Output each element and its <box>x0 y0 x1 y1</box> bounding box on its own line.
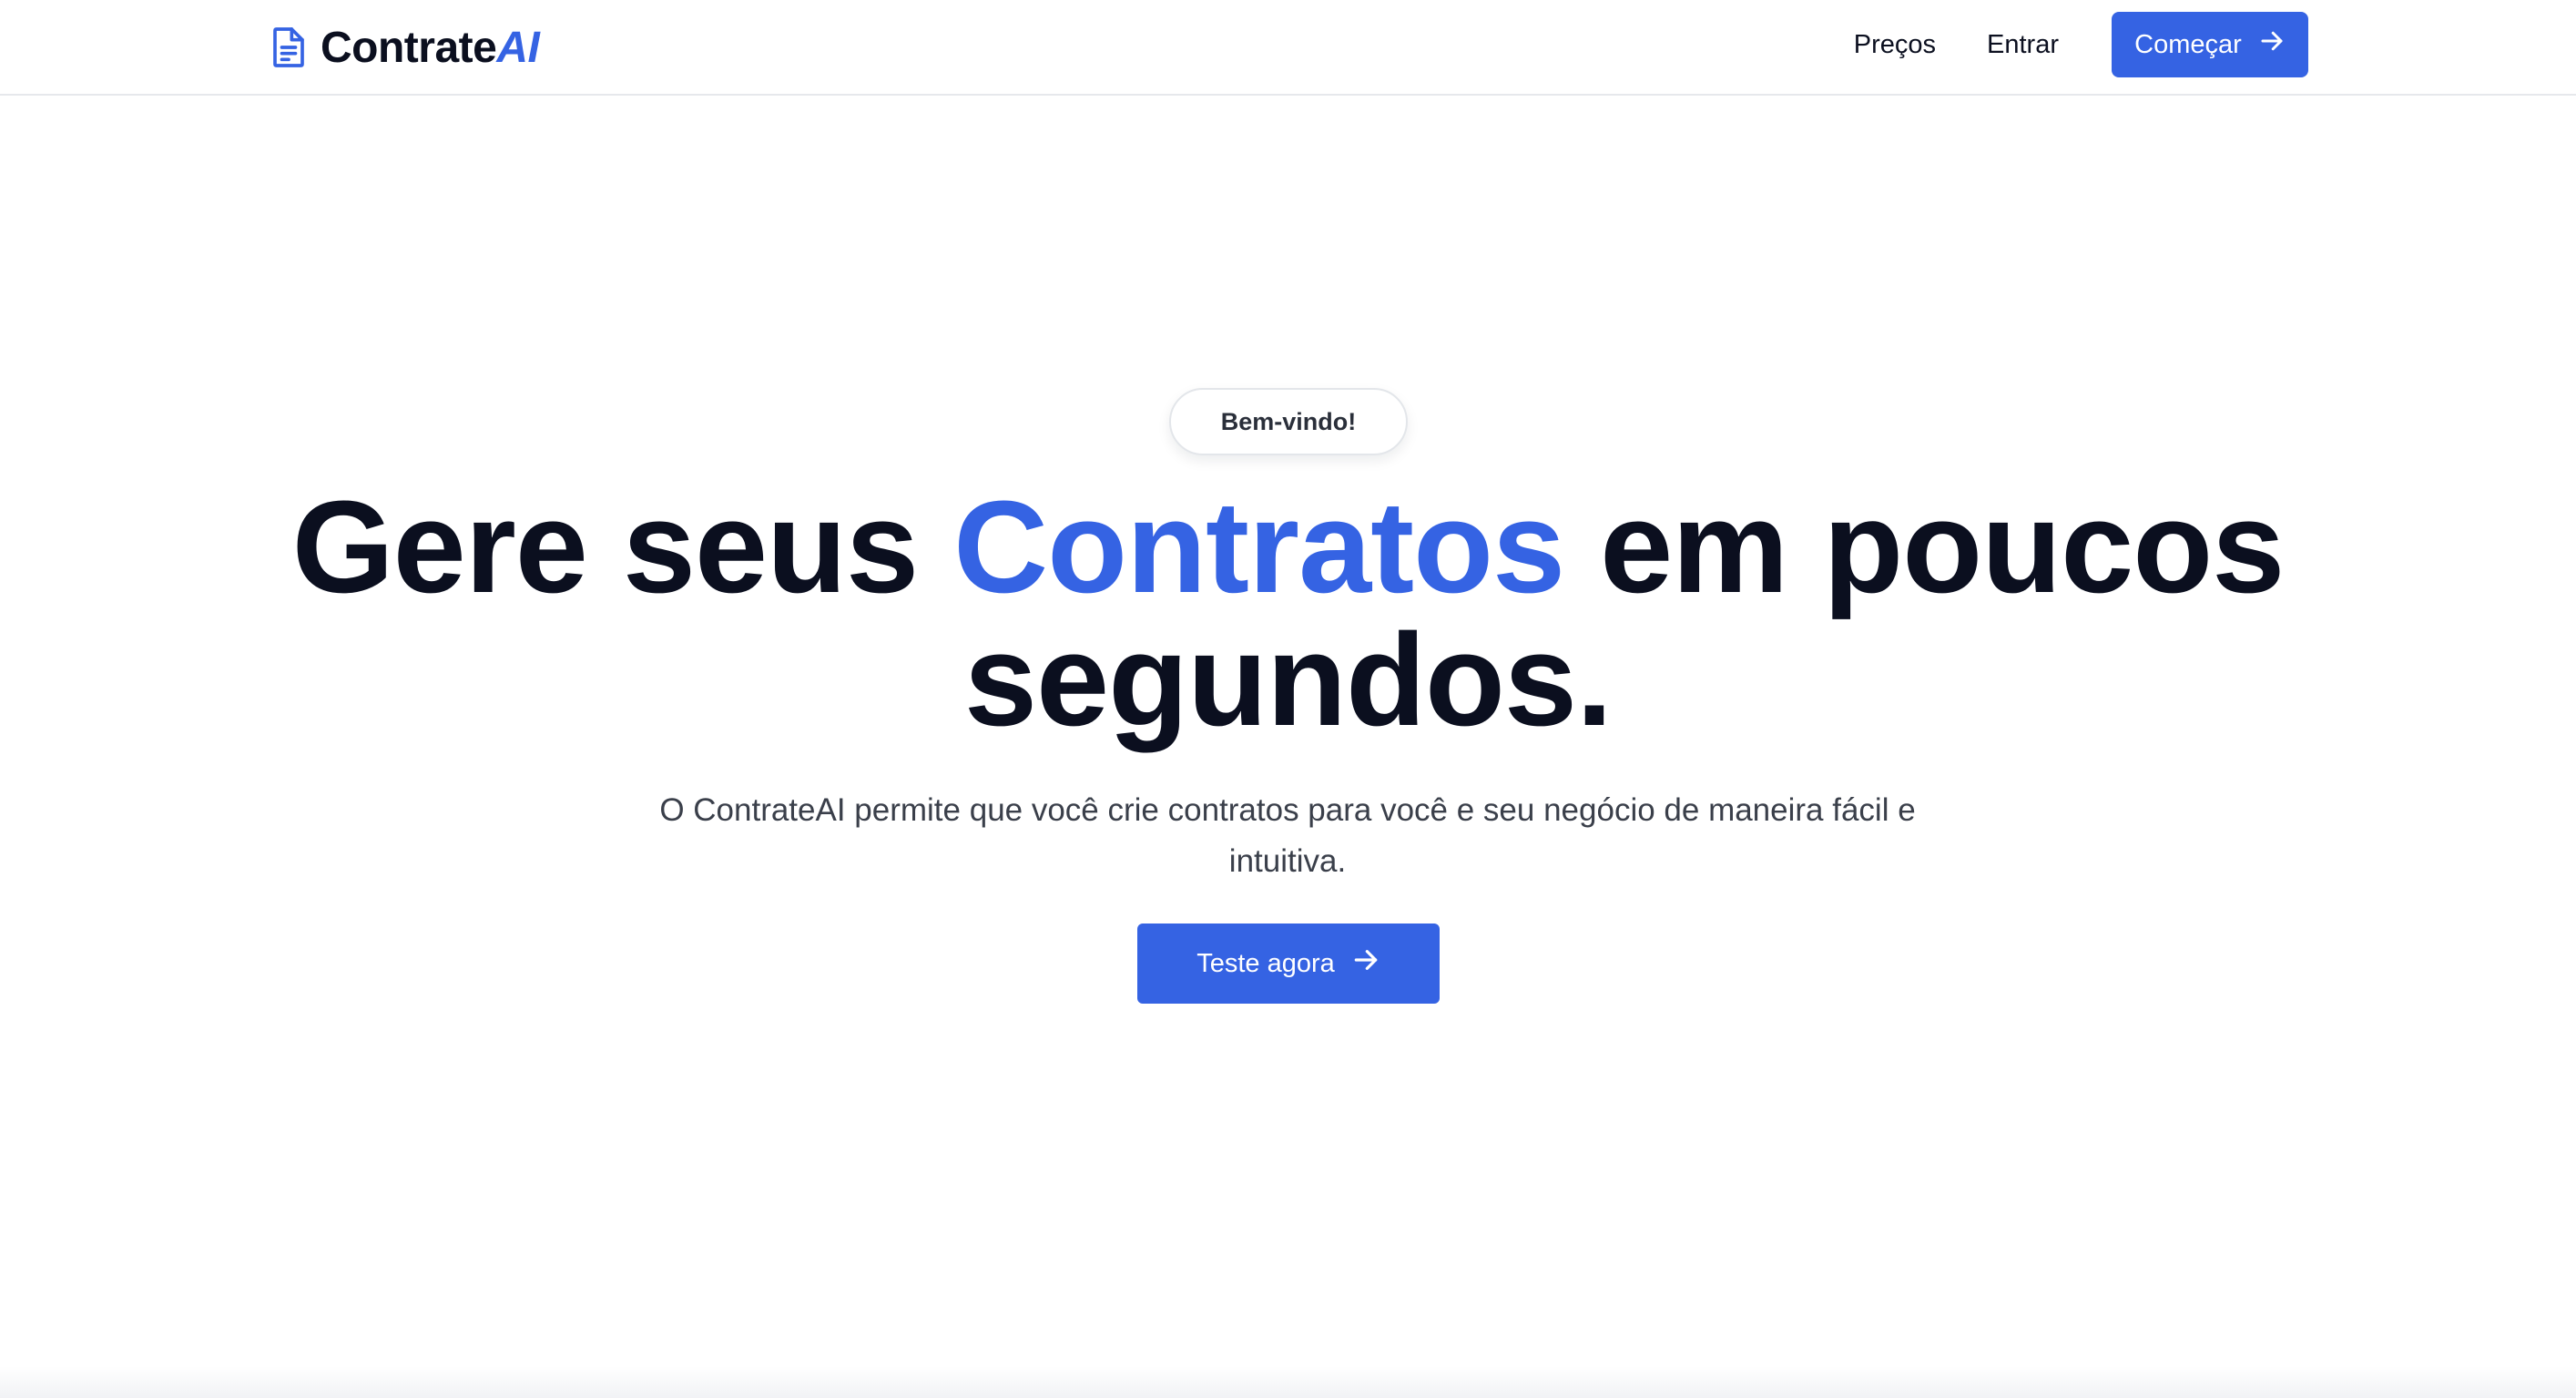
headline-accent: Contratos <box>953 474 1565 620</box>
brand-name: ContrateAI <box>321 23 540 73</box>
teste-agora-button-label: Teste agora <box>1196 948 1335 978</box>
navbar: ContrateAI Preços Entrar Começar <box>0 0 2576 96</box>
teste-agora-button[interactable]: Teste agora <box>1137 923 1440 1004</box>
arrow-right-icon <box>1351 945 1380 982</box>
brand-name-accent: AI <box>496 23 540 72</box>
hero-headline: Gere seus Contratos em poucos segundos. <box>0 481 2576 747</box>
nav-menu: Preços Entrar Começar <box>1828 11 2308 78</box>
brand-name-main: Contrate <box>321 23 497 72</box>
nav-link-entrar[interactable]: Entrar <box>1961 30 2084 60</box>
hero-subtitle: O ContrateAI permite que você crie contr… <box>659 792 1916 879</box>
arrow-right-icon <box>2258 27 2286 62</box>
comecar-button-label: Começar <box>2134 29 2242 59</box>
section-divider <box>0 1366 2576 1398</box>
welcome-badge: Bem-vindo! <box>1169 388 1408 455</box>
document-icon <box>270 26 308 69</box>
nav-link-precos[interactable]: Preços <box>1828 30 1961 60</box>
headline-part1: Gere seus <box>291 474 954 620</box>
brand-logo-link[interactable]: ContrateAI <box>270 20 540 75</box>
comecar-button[interactable]: Começar <box>2112 12 2308 77</box>
